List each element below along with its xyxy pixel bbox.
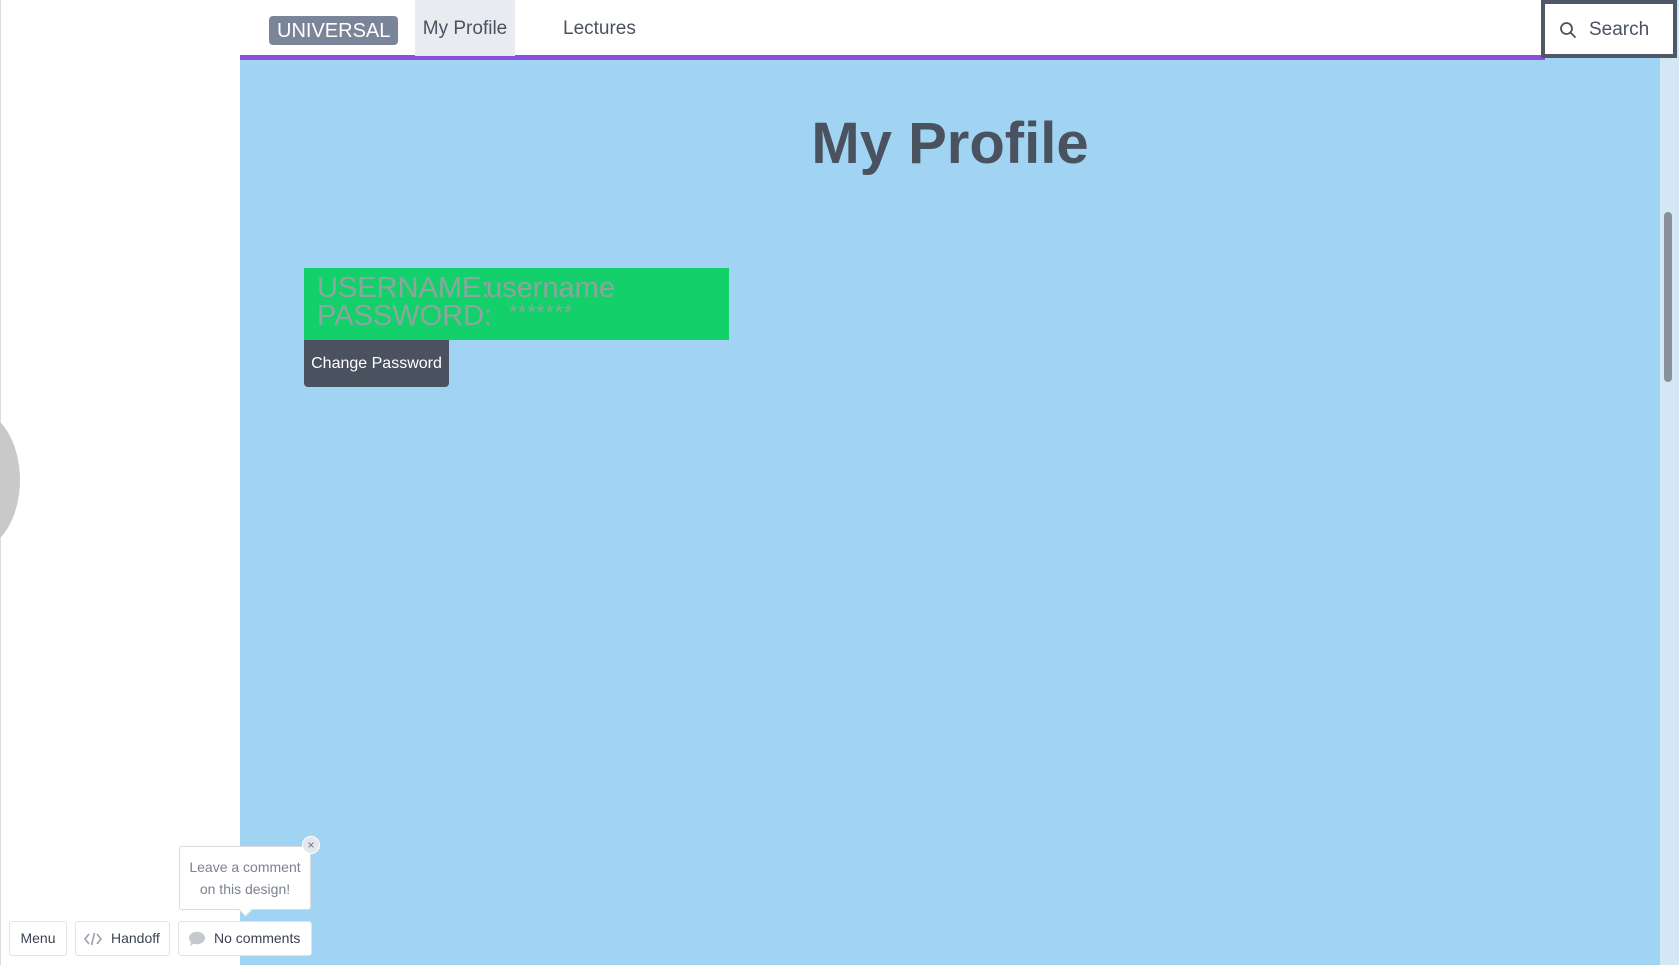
side-handle[interactable] xyxy=(0,410,20,550)
prototype-viewer: UNIVERSAL My Profile Lectures Search My … xyxy=(0,0,1679,965)
search-label: Search xyxy=(1589,19,1650,40)
comment-tooltip-line1: Leave a comment xyxy=(189,859,301,875)
password-value: ******* xyxy=(509,301,574,324)
comment-bubble-icon xyxy=(189,931,205,946)
comment-tooltip-line2: on this design! xyxy=(199,881,291,897)
search-icon xyxy=(1560,22,1576,38)
scroll-thumb[interactable] xyxy=(1664,212,1672,382)
close-icon[interactable]: × xyxy=(302,836,320,854)
tab-lectures[interactable]: Lectures xyxy=(563,0,636,56)
page-title: My Profile xyxy=(811,111,1089,176)
username-label: USERNAME: xyxy=(317,272,490,304)
brand-logo[interactable]: UNIVERSAL xyxy=(269,16,399,45)
handoff-button[interactable]: Handoff xyxy=(75,921,170,956)
change-password-button[interactable]: Change Password xyxy=(304,340,449,387)
comments-label: No comments xyxy=(214,930,301,946)
comment-tooltip: Leave a comment on this design! xyxy=(179,846,311,910)
comments-button[interactable]: No comments xyxy=(178,921,312,956)
username-value: username xyxy=(486,272,615,304)
handoff-label: Handoff xyxy=(111,930,160,946)
search-button[interactable]: Search xyxy=(1541,0,1677,58)
code-icon xyxy=(84,932,102,946)
password-label: PASSWORD: xyxy=(317,300,493,332)
menu-button[interactable]: Menu xyxy=(9,921,67,956)
tab-my-profile[interactable]: My Profile xyxy=(415,0,515,56)
scroll-track[interactable] xyxy=(1660,0,1679,965)
